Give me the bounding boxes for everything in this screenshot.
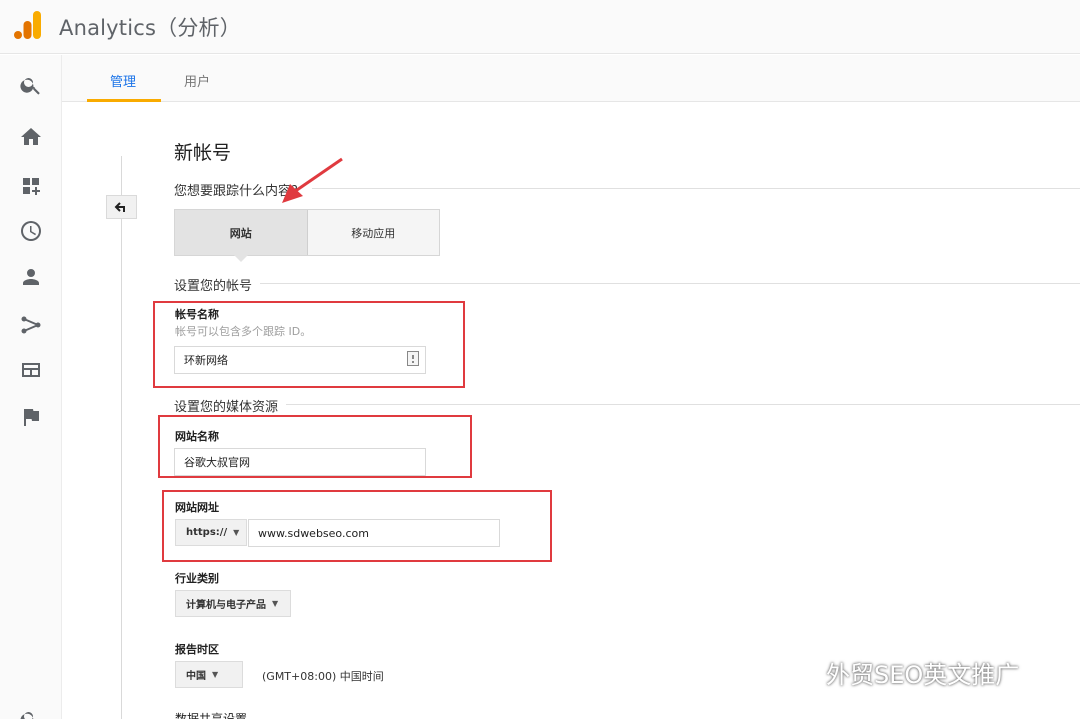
behavior-icon[interactable] [19,358,43,382]
highlight-box [158,415,472,478]
flag-icon[interactable] [19,405,43,429]
person-icon[interactable] [19,265,43,289]
account-section-heading: 设置您的帐号 [174,275,261,294]
data-sharing-label: 数据共享设置 [175,712,248,719]
tab-bar: 管理 用户 [62,55,1080,102]
home-icon[interactable] [19,125,43,149]
top-bar: Analytics（分析） [0,0,1080,54]
search-icon[interactable] [19,73,43,97]
industry-dropdown[interactable]: 计算机与电子产品 ▼ [175,590,291,617]
highlight-box [162,490,552,562]
step-connector-line [121,156,122,719]
industry-value: 计算机与电子产品 [186,600,266,611]
industry-label: 行业类别 [175,572,219,585]
left-nav [0,55,62,719]
website-option-button[interactable]: 网站 [175,210,308,255]
wechat-icon [784,657,820,686]
red-arrow-annotation-icon [282,157,343,203]
tab-admin[interactable]: 管理 [110,71,136,90]
selected-caret-icon [234,255,248,262]
back-arrow-icon [114,202,125,212]
timezone-value: (GMT+08:00) 中国时间 [262,670,384,683]
clock-icon[interactable] [19,219,43,243]
search-icon[interactable] [19,707,43,719]
highlight-box [153,301,465,388]
chevron-down-icon: ▼ [272,599,279,608]
watermark: 外贸SEO英文推广 [784,652,1019,692]
chevron-down-icon: ▼ [212,670,219,679]
divider [174,404,1080,405]
track-type-selector: 网站 移动应用 [174,209,440,256]
timezone-label: 报告时区 [175,643,219,656]
acquisition-icon[interactable] [19,313,43,337]
page-title: 新帐号 [174,142,232,164]
timezone-country-dropdown[interactable]: 中国 ▼ [175,661,243,688]
back-button[interactable] [106,195,137,219]
divider [174,283,1080,284]
tab-user[interactable]: 用户 [184,71,210,90]
property-section-heading: 设置您的媒体资源 [174,396,287,415]
analytics-logo-icon[interactable] [14,10,42,40]
dashboard-add-icon[interactable] [19,174,43,198]
watermark-text: 外贸SEO英文推广 [826,660,1020,689]
app-title: Analytics（分析） [59,16,241,40]
timezone-country-value: 中国 [186,671,206,682]
mobile-app-option-button[interactable]: 移动应用 [308,210,440,255]
